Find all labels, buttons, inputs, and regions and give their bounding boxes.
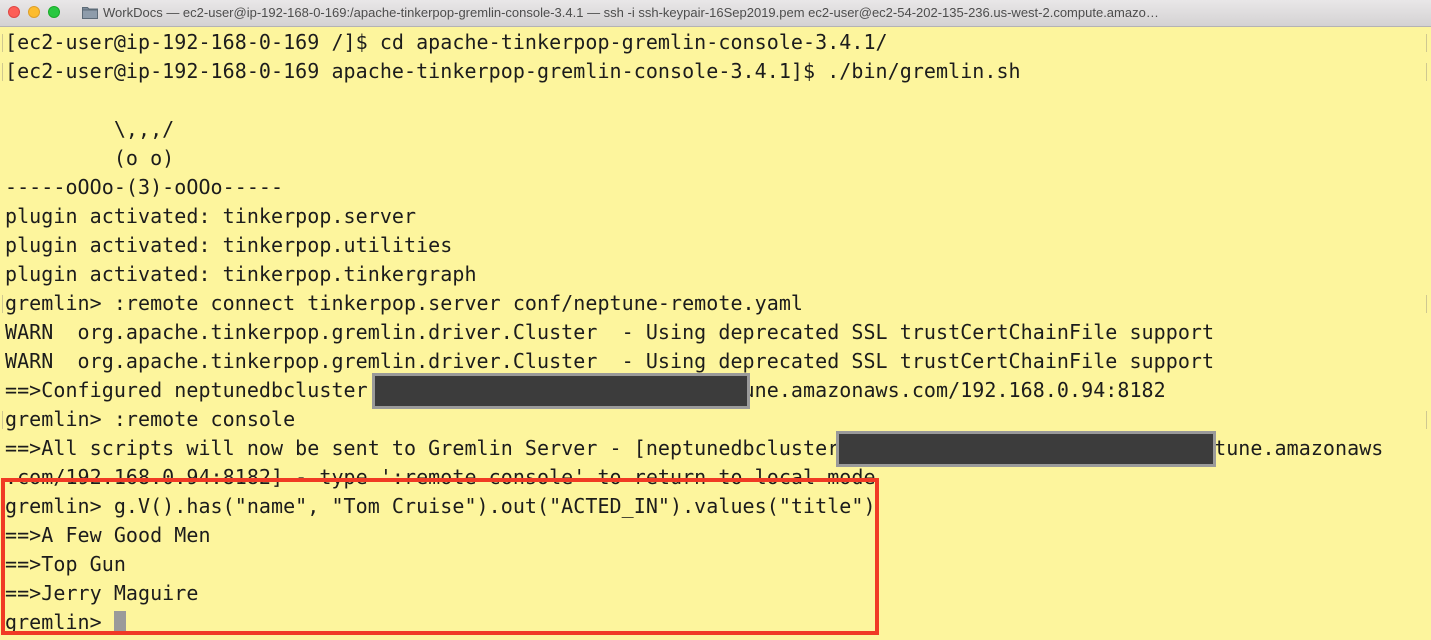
- close-window-button[interactable]: [8, 6, 20, 18]
- terminal-line: plugin activated: tinkerpop.server: [5, 204, 417, 228]
- minimize-window-button[interactable]: [28, 6, 40, 18]
- line-mark: [2, 295, 3, 313]
- terminal-line: [ec2-user@ip-192-168-0-169 apache-tinker…: [5, 59, 1021, 83]
- terminal-line: -----oOOo-(3)-oOOo-----: [5, 175, 284, 199]
- terminal-line: \,,,/: [5, 117, 175, 141]
- line-mark: [1426, 411, 1427, 429]
- line-mark: [2, 411, 3, 429]
- terminal-line: plugin activated: tinkerpop.utilities: [5, 233, 453, 257]
- terminal-line: WARN org.apache.tinkerpop.gremlin.driver…: [5, 320, 1215, 344]
- terminal-line: WARN org.apache.tinkerpop.gremlin.driver…: [5, 349, 1215, 373]
- terminal-line: plugin activated: tinkerpop.tinkergraph: [5, 262, 477, 286]
- terminal-line: (o o): [5, 146, 175, 170]
- redacted-hostname: [836, 431, 1216, 467]
- terminal-line: gremlin> :remote connect tinkerpop.serve…: [5, 291, 804, 315]
- line-mark: [1426, 63, 1427, 81]
- zoom-window-button[interactable]: [48, 6, 60, 18]
- window-title: WorkDocs — ec2-user@ip-192-168-0-169:/ap…: [103, 5, 1159, 20]
- line-mark: [1426, 34, 1427, 52]
- terminal-line: gremlin> :remote console: [5, 407, 296, 431]
- query-highlight-box: [1, 478, 879, 635]
- redacted-hostname: [372, 373, 750, 409]
- line-mark: [1426, 295, 1427, 313]
- terminal-line: [ec2-user@ip-192-168-0-169 /]$ cd apache…: [5, 30, 888, 54]
- window-titlebar: WorkDocs — ec2-user@ip-192-168-0-169:/ap…: [0, 0, 1431, 27]
- folder-icon: [82, 7, 98, 19]
- line-mark: [2, 34, 3, 52]
- line-mark: [2, 63, 3, 81]
